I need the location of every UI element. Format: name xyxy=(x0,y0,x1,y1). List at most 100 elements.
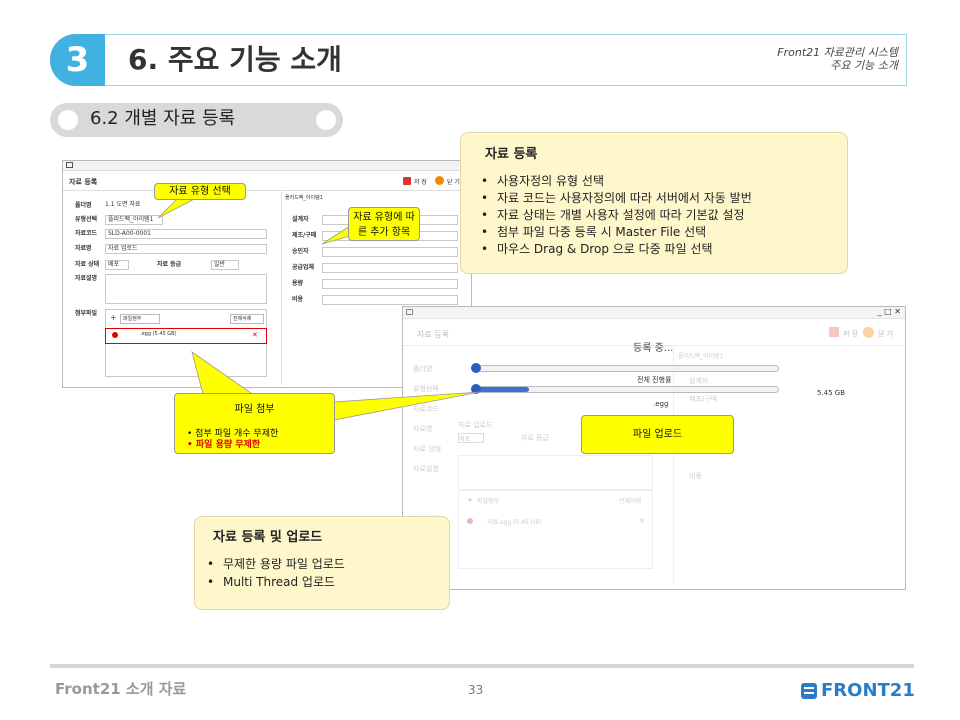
header-caption: Front21 자료관리 시스템 주요 기능 소개 xyxy=(700,46,898,72)
code-label: 자료코드 xyxy=(75,230,98,237)
main-callout-title: 자료 등록 xyxy=(485,147,538,162)
pill-dot-left xyxy=(58,110,78,130)
dim-name-value: 자료 업로드 xyxy=(458,421,493,429)
footer-line xyxy=(50,664,914,668)
close-icon xyxy=(435,176,444,185)
type-select[interactable]: 플러드팩_아이템1 xyxy=(105,215,163,225)
dim-label: 자료설명 xyxy=(413,465,439,473)
status-label: 자료 상태 xyxy=(75,261,100,268)
attach-item-2: 파일 용량 무제한 xyxy=(195,440,261,450)
bottom-callout-item: 무제한 용량 파일 업로드 xyxy=(203,555,345,573)
logo-icon xyxy=(801,682,817,699)
plus-icon: + xyxy=(110,313,117,322)
dim-label: 유형선택 xyxy=(413,385,439,393)
close-button[interactable]: 닫 기 xyxy=(878,329,893,339)
bottom-callout-item: Multi Thread 업로드 xyxy=(203,573,345,591)
dim-labels: 폴더명 유형선택 자료코드 자료명 자료 상태 자료설명 첨부파일 xyxy=(413,359,441,529)
grade-label: 자료 등급 xyxy=(157,261,182,268)
page-title: 6. 주요 기능 소개 xyxy=(128,43,342,76)
file-name: .egg (5.45 GB) xyxy=(140,331,177,337)
save-button[interactable]: 저 장 xyxy=(414,177,427,186)
attach-label: 첨부파일 xyxy=(75,310,98,317)
dim-plus-icon: + xyxy=(467,496,473,504)
type-items-title: 플러드팩_아이템1 xyxy=(285,195,323,201)
supplier-label: 공급업체 xyxy=(292,264,315,271)
attach-callout: 파일 첨부 • 첨부 파일 개수 무제한 • 파일 용량 무제한 xyxy=(174,393,335,454)
bottom-callout: 자료 등록 및 업로드 무제한 용량 파일 업로드 Multi Thread 업… xyxy=(194,516,450,610)
capacity-input[interactable] xyxy=(322,279,458,289)
panel-divider xyxy=(673,345,674,585)
desc-textarea[interactable] xyxy=(105,274,267,304)
close-button[interactable]: 닫 기 xyxy=(447,177,460,186)
save-icon xyxy=(829,327,839,337)
save-icon xyxy=(403,177,411,185)
file-row[interactable]: .egg (5.45 GB) ✕ xyxy=(105,328,267,344)
window-title: 자료 등록 xyxy=(69,178,98,186)
total-progress-label: 전체 진행률 xyxy=(637,376,672,384)
dim-right-row: 제조/구매 xyxy=(689,395,718,403)
page-number: 33 xyxy=(468,683,484,697)
window-toolbar: 자료 등록 저 장 닫 기 xyxy=(63,173,471,191)
progress-knob-icon xyxy=(471,363,481,373)
master-radio-icon[interactable] xyxy=(112,332,118,338)
dim-status-select[interactable]: 배포 xyxy=(458,433,484,443)
progress-title: 등록 중... xyxy=(633,343,674,354)
code-input[interactable]: SLD-A00-0001 xyxy=(105,229,267,239)
pill-dot-right xyxy=(316,110,336,130)
brand-logo: FRONT21 xyxy=(801,680,915,701)
remove-file-icon[interactable]: ✕ xyxy=(252,331,258,339)
attach-box: + 파일첨부 전체삭제 .egg (5.45 GB) ✕ xyxy=(105,309,267,377)
window-icon xyxy=(66,162,73,168)
dim-desc-textarea[interactable] xyxy=(458,455,653,491)
type-items-callout: 자료 유형에 따 른 추가 항목 xyxy=(348,207,420,241)
main-callout-item: 첨부 파일 다중 등록 시 Master File 선택 xyxy=(477,224,752,241)
window-icon xyxy=(406,309,413,315)
make-buy-label: 제조/구매 xyxy=(292,232,317,239)
main-callout-item: 자료 상태는 개별 사용자 설정에 따라 기본값 설정 xyxy=(477,207,752,224)
section-title: 6.2 개별 자료 등록 xyxy=(90,108,236,129)
supplier-input[interactable] xyxy=(322,263,458,273)
attach-callout-item: • 파일 용량 무제한 xyxy=(187,440,261,450)
delete-all-button[interactable]: 전체삭제 xyxy=(230,314,264,324)
dim-label: 폴더명 xyxy=(413,365,433,373)
total-progress-fill xyxy=(474,387,529,392)
footer-title: Front21 소개 자료 xyxy=(55,680,187,698)
folder-value: 1.1 도면 자료 xyxy=(105,201,141,208)
add-file-button[interactable]: 파일첨부 xyxy=(120,314,160,324)
dim-label: 자료명 xyxy=(413,425,433,433)
bottom-callout-title: 자료 등록 및 업로드 xyxy=(213,530,323,545)
upload-callout: 파일 업로드 xyxy=(581,415,734,454)
cost-input[interactable] xyxy=(322,295,458,305)
capacity-label: 용량 xyxy=(292,280,304,287)
name-input[interactable]: 자료 업로드 xyxy=(105,244,267,254)
dim-label: 자료 상태 xyxy=(413,445,441,453)
header-caption-line1: Front21 자료관리 시스템 xyxy=(777,46,898,59)
file-progress-bar xyxy=(471,363,779,373)
dim-master-radio-icon[interactable] xyxy=(467,518,473,524)
name-label: 자료명 xyxy=(75,245,92,252)
dim-file-row: 자료.egg (5.45 GB) xyxy=(487,519,542,526)
close-icon xyxy=(863,327,874,338)
dim-delete-all-button[interactable]: 전체삭제 xyxy=(619,496,641,505)
status-select[interactable]: 배포 xyxy=(105,260,129,270)
dim-right-title: 플러드팩_아이템1 xyxy=(678,353,724,360)
window-controls[interactable]: _ □ ✕ xyxy=(878,307,901,316)
save-button[interactable]: 저 장 xyxy=(843,329,858,339)
dim-remove-icon[interactable]: ✕ xyxy=(639,517,645,525)
approver-input[interactable] xyxy=(322,247,458,257)
chapter-number-badge: 3 xyxy=(50,34,105,86)
type-select-callout: 자료 유형 선택 xyxy=(154,183,246,200)
main-callout-list: 사용자정의 유형 선택 자료 코드는 사용자정의에 따라 서버에서 자동 발번 … xyxy=(477,173,752,258)
dim-right-row: 설계자 xyxy=(689,377,709,385)
dim-attach-box: + 파일첨부 전체삭제 자료.egg (5.45 GB) ✕ xyxy=(458,489,653,569)
approver-label: 승인자 xyxy=(292,248,309,255)
bottom-callout-list: 무제한 용량 파일 업로드 Multi Thread 업로드 xyxy=(203,555,345,591)
attach-callout-title: 파일 첨부 xyxy=(234,404,275,415)
grade-select[interactable]: 일반 xyxy=(211,260,239,270)
dim-label: 자료코드 xyxy=(413,405,439,413)
cost-label: 비용 xyxy=(292,296,304,303)
dim-add-file-button[interactable]: 파일첨부 xyxy=(477,496,499,505)
window-title: 자료 등록 xyxy=(417,330,449,339)
type-label: 유형선택 xyxy=(75,216,98,223)
total-progress-bar xyxy=(471,384,779,394)
